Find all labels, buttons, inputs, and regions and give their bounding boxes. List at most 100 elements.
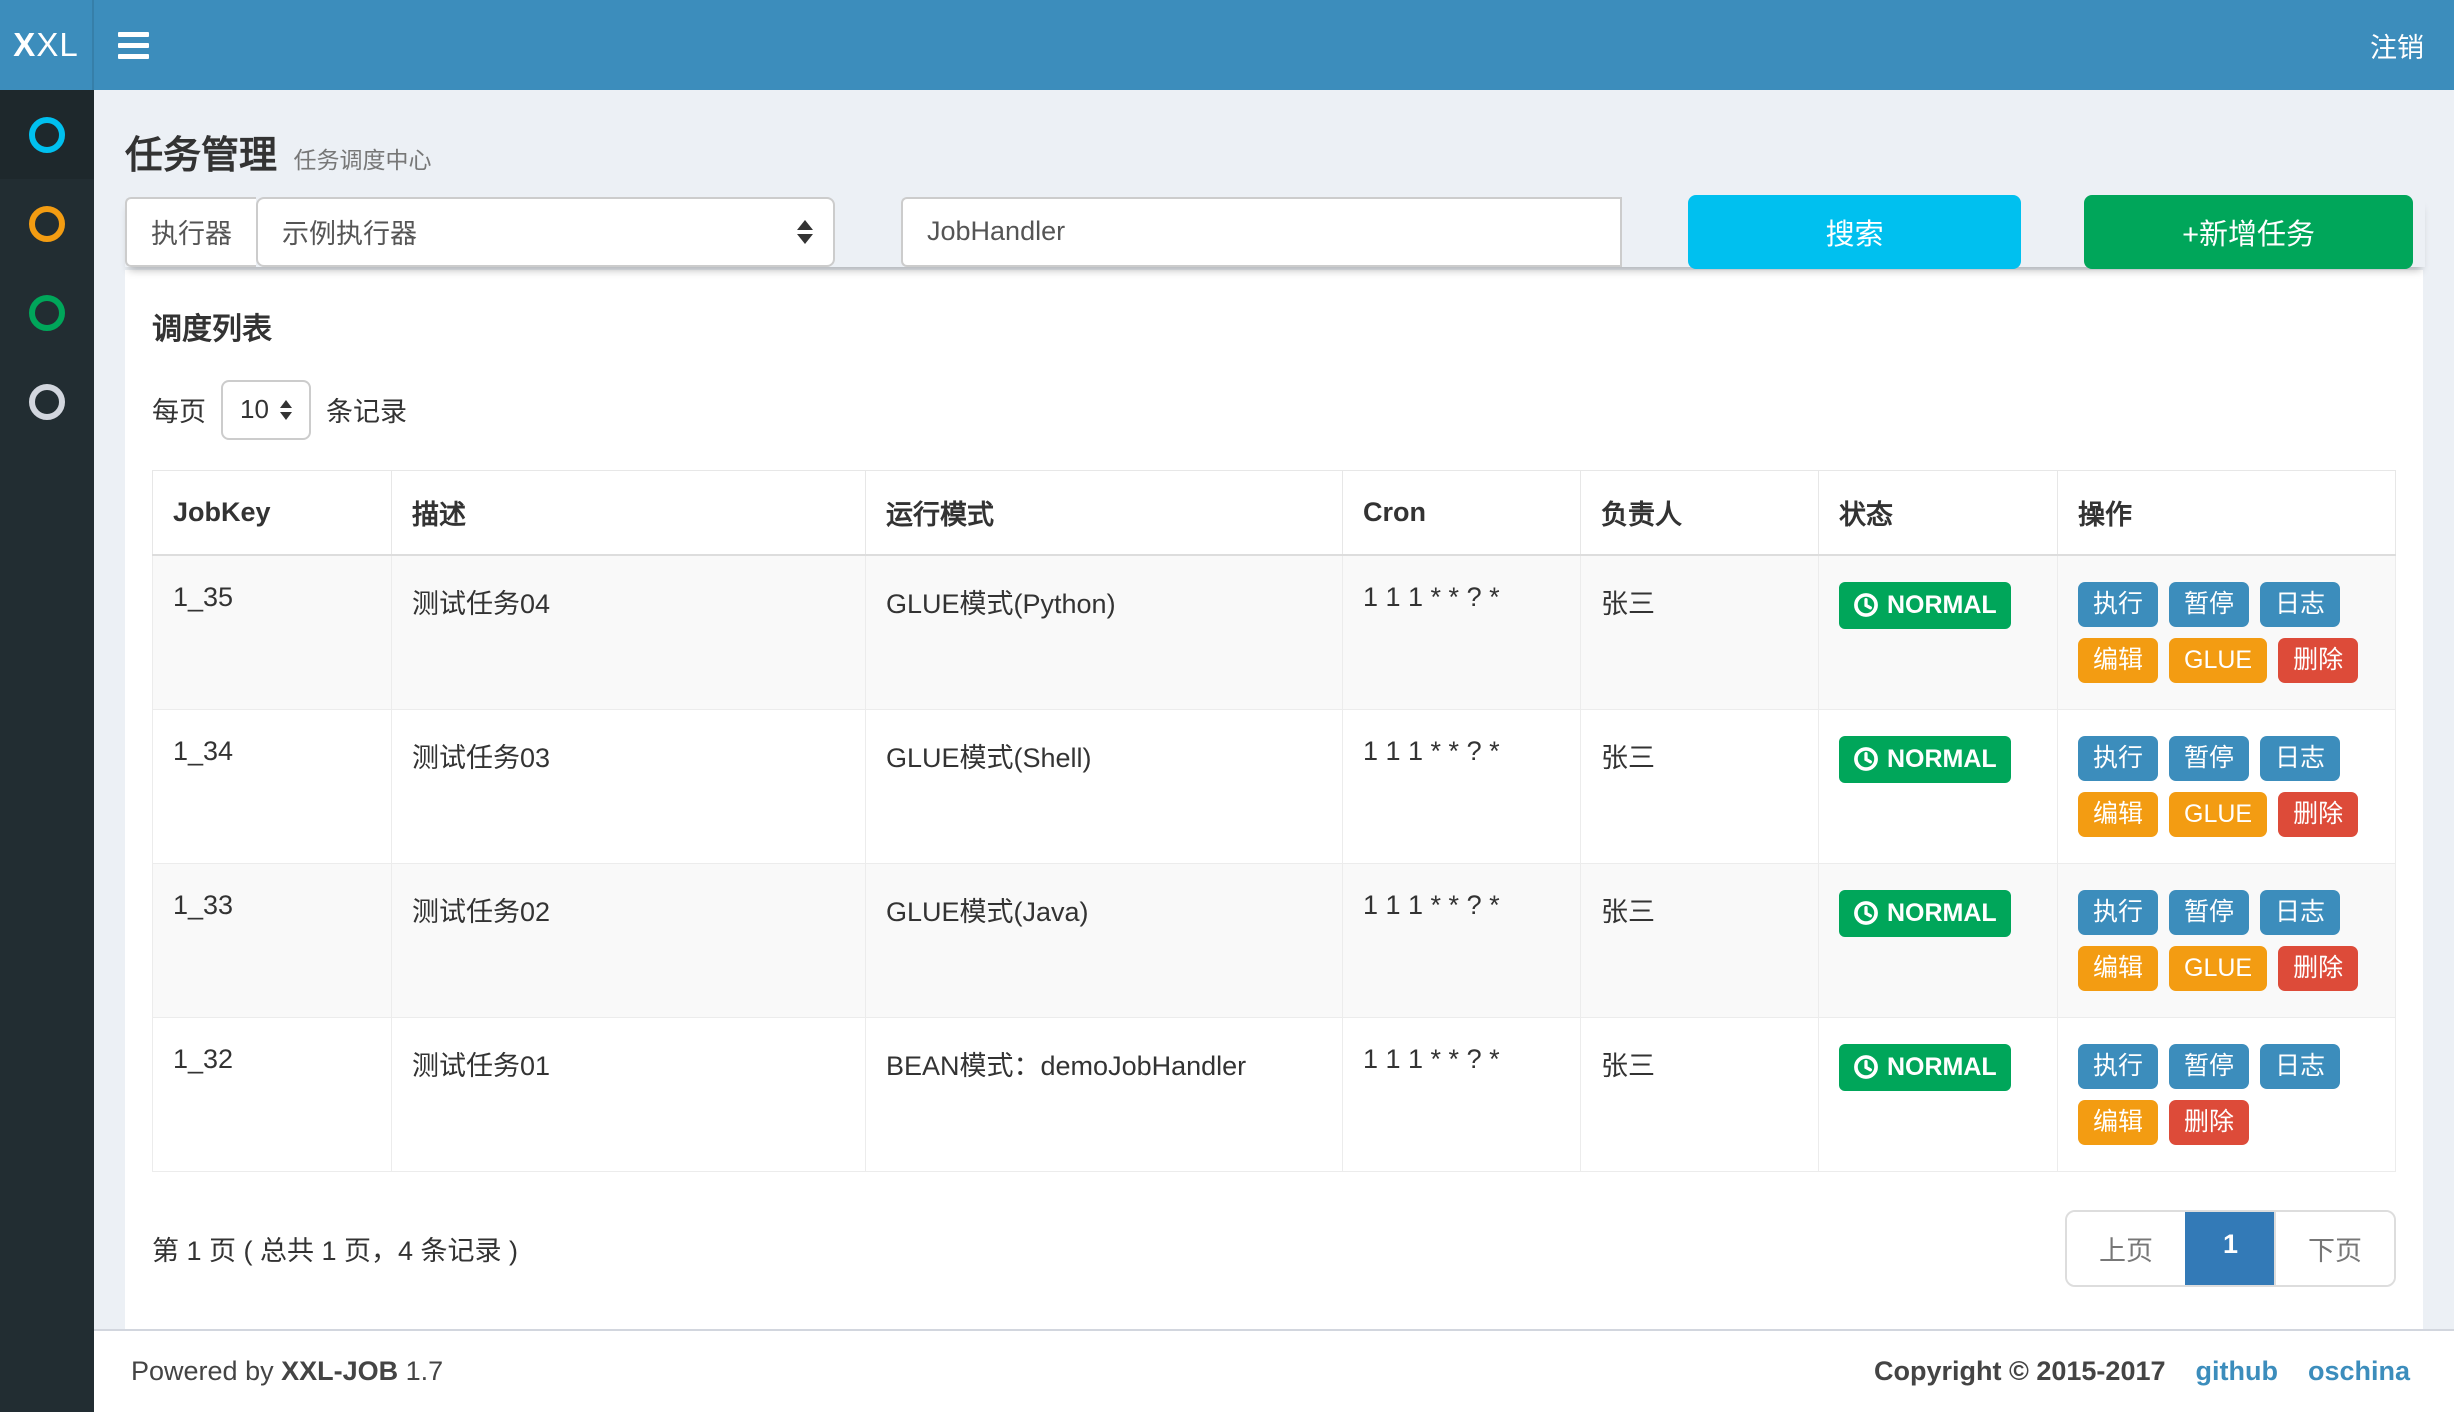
prev-page-button[interactable]: 上页 [2067,1212,2185,1285]
cell-status: NORMAL [1819,555,2058,710]
cell-owner: 张三 [1581,709,1819,863]
next-page-button[interactable]: 下页 [2274,1212,2394,1285]
sidebar-item-job-manage[interactable] [0,90,94,179]
product-version: 1.7 [406,1356,444,1386]
action-button[interactable]: GLUE [2169,792,2267,837]
copyright-area: Copyright © 2015-2017 github oschina [1874,1356,2410,1387]
select-arrows-icon [797,220,813,244]
cell-description: 测试任务02 [392,863,866,1017]
powered-prefix: Powered by [131,1356,274,1386]
action-button[interactable]: GLUE [2169,638,2267,683]
column-header[interactable]: Cron [1343,470,1581,555]
column-header[interactable]: 负责人 [1581,470,1819,555]
action-button[interactable]: 暂停 [2169,582,2249,627]
clock-icon [1853,592,1879,618]
action-button[interactable]: 编辑 [2078,1100,2158,1145]
column-header[interactable]: 操作 [2058,470,2396,555]
content-header: 任务管理 任务调度中心 [94,90,2454,197]
table-row: 1_33测试任务02GLUE模式(Java)1 1 1 * * ? *张三NOR… [153,863,2396,1017]
current-page-button[interactable]: 1 [2185,1212,2274,1285]
page-subtitle: 任务调度中心 [293,147,431,173]
action-button[interactable]: 日志 [2260,582,2340,627]
table-row: 1_34测试任务03GLUE模式(Shell)1 1 1 * * ? *张三NO… [153,709,2396,863]
action-button[interactable]: 编辑 [2078,792,2158,837]
app-logo[interactable]: XXL [0,0,94,90]
circle-icon [29,295,65,331]
product-name: XXL-JOB [281,1356,398,1386]
jobhandler-input[interactable] [1089,197,1622,267]
hamburger-menu-icon[interactable] [94,0,172,90]
executor-addon-label: 执行器 [125,197,256,267]
action-button[interactable]: 暂停 [2169,736,2249,781]
cell-cron: 1 1 1 * * ? * [1343,555,1581,710]
page-footer: Powered by XXL-JOB 1.7 Copyright © 2015-… [94,1329,2454,1412]
logout-button[interactable]: 注销 [2340,0,2454,90]
cell-jobkey: 1_32 [153,1017,392,1171]
copyright-text: Copyright © 2015-2017 [1874,1356,2166,1387]
column-header[interactable]: 状态 [1819,470,2058,555]
footer-link-oschina[interactable]: oschina [2308,1356,2410,1387]
action-button[interactable]: 执行 [2078,1044,2158,1089]
filter-toolbar: 执行器 示例执行器 JobHandler 搜索 +新增任务 [125,197,2425,267]
page-size-select[interactable]: 10 [221,380,311,440]
status-text: NORMAL [1887,899,1997,928]
action-button[interactable]: 执行 [2078,582,2158,627]
footer-link-github[interactable]: github [2196,1356,2278,1387]
action-button[interactable]: 编辑 [2078,946,2158,991]
action-button[interactable]: 暂停 [2169,1044,2249,1089]
action-button[interactable]: 编辑 [2078,638,2158,683]
cell-status: NORMAL [1819,1017,2058,1171]
action-button[interactable]: 暂停 [2169,890,2249,935]
circle-icon [29,117,65,153]
action-buttons: 执行暂停日志编辑GLUE删除 [2078,736,2408,837]
action-buttons: 执行暂停日志编辑GLUE删除 [2078,582,2408,683]
action-button[interactable]: 日志 [2260,890,2340,935]
status-text: NORMAL [1887,745,1997,774]
status-badge: NORMAL [1839,890,2011,937]
page-title: 任务管理 [125,135,277,177]
add-job-button[interactable]: +新增任务 [2084,195,2413,269]
action-button[interactable]: 执行 [2078,736,2158,781]
sidebar-item-help[interactable] [0,357,94,446]
cell-actions: 执行暂停日志编辑删除 [2058,1017,2396,1171]
action-button[interactable]: 执行 [2078,890,2158,935]
logo-bold-text: X [13,26,36,64]
pagination: 上页 1 下页 [2065,1210,2396,1287]
action-buttons: 执行暂停日志编辑GLUE删除 [2078,890,2408,991]
sidebar-item-executor-manage[interactable] [0,179,94,268]
column-header[interactable]: 运行模式 [866,470,1343,555]
cell-cron: 1 1 1 * * ? * [1343,1017,1581,1171]
cell-actions: 执行暂停日志编辑GLUE删除 [2058,709,2396,863]
schedule-list-panel: 调度列表 每页 10 条记录 JobKey描述运行模式Cron负责人状态操作 1… [125,270,2423,1329]
circle-icon [29,206,65,242]
action-button[interactable]: 删除 [2278,638,2358,683]
executor-select[interactable]: 示例执行器 [256,197,835,267]
action-button[interactable]: 删除 [2169,1100,2249,1145]
action-buttons: 执行暂停日志编辑删除 [2078,1044,2408,1145]
main-wrapper: 任务管理 任务调度中心 执行器 示例执行器 JobHandler 搜索 +新增任… [0,90,2454,1412]
action-button[interactable]: 删除 [2278,792,2358,837]
cell-owner: 张三 [1581,863,1819,1017]
cell-cron: 1 1 1 * * ? * [1343,863,1581,1017]
action-button[interactable]: 日志 [2260,1044,2340,1089]
sidebar-item-dispatch-log[interactable] [0,268,94,357]
cell-description: 测试任务03 [392,709,866,863]
column-header[interactable]: JobKey [153,470,392,555]
table-row: 1_35测试任务04GLUE模式(Python)1 1 1 * * ? *张三N… [153,555,2396,710]
pagination-row: 第 1 页 ( 总共 1 页，4 条记录 ) 上页 1 下页 [125,1172,2423,1329]
search-button[interactable]: 搜索 [1688,195,2021,269]
cell-owner: 张三 [1581,555,1819,710]
page-size-value: 10 [240,394,269,425]
clock-icon [1853,1054,1879,1080]
pagination-summary: 第 1 页 ( 总共 1 页，4 条记录 ) [152,1229,518,1268]
table-header-row: JobKey描述运行模式Cron负责人状态操作 [153,470,2396,555]
action-button[interactable]: 删除 [2278,946,2358,991]
action-button[interactable]: 日志 [2260,736,2340,781]
column-header[interactable]: 描述 [392,470,866,555]
clock-icon [1853,746,1879,772]
cell-mode: GLUE模式(Shell) [866,709,1343,863]
action-button[interactable]: GLUE [2169,946,2267,991]
circle-icon [29,384,65,420]
jobhandler-addon-label: JobHandler [901,197,1089,267]
top-navbar: XXL 注销 [0,0,2454,90]
